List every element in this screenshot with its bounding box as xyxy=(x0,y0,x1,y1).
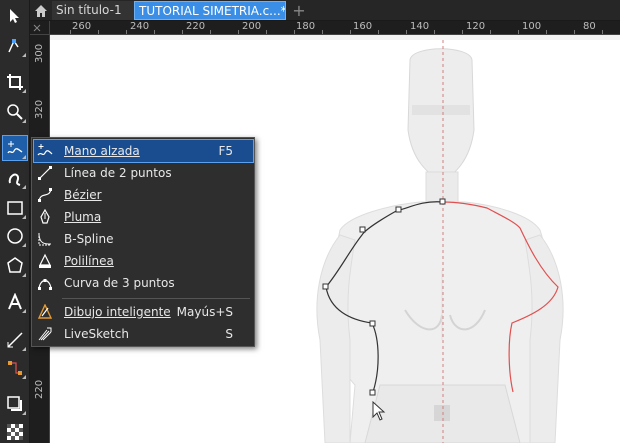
ruler-label: 320 xyxy=(34,99,45,119)
flyout-item-dibujo-inteligente[interactable]: Dibujo inteligente Mayús+S xyxy=(34,301,253,323)
ruler-label: 100 xyxy=(522,21,542,32)
ruler-label: 220 xyxy=(34,379,45,399)
zoom-tool-icon[interactable] xyxy=(3,100,27,124)
flyout-item-label: Bézier xyxy=(64,188,102,202)
shape-tool-icon[interactable] xyxy=(3,34,27,58)
flyout-item-curva-3-puntos[interactable]: Curva de 3 puntos xyxy=(34,272,253,294)
flyout-separator xyxy=(62,298,250,299)
bezier-icon xyxy=(38,188,52,202)
flyout-item-shortcut: F5 xyxy=(218,144,233,158)
flyout-item-polilinea[interactable]: Polilínea xyxy=(34,250,253,272)
flyout-item-livesketch[interactable]: LiveSketch S xyxy=(34,323,253,345)
flyout-item-shortcut: S xyxy=(225,327,233,341)
pick-tool-icon[interactable] xyxy=(3,4,27,28)
flyout-item-label: Pluma xyxy=(64,210,102,224)
curve-tools-flyout: Mano alzada F5 Línea de 2 puntos Bézier … xyxy=(31,137,255,347)
freehand-tool-icon[interactable] xyxy=(2,135,28,161)
tab-tutorial-simetria[interactable]: TUTORIAL SIMETRIA.c...* xyxy=(134,1,286,20)
flyout-item-label: Polilínea xyxy=(64,254,114,268)
ruler-label: 260 xyxy=(72,21,92,32)
flyout-item-pluma[interactable]: Pluma xyxy=(34,206,253,228)
ruler-label: 80 xyxy=(583,21,596,32)
polyline-icon xyxy=(39,253,51,268)
ruler-label: 200 xyxy=(242,21,262,32)
horizontal-ruler[interactable]: 260 240 220 200 180 160 140 120 100 80 xyxy=(50,21,620,35)
rectangle-tool-icon[interactable] xyxy=(3,196,27,220)
two-point-line-icon xyxy=(38,166,52,180)
flyout-item-bezier[interactable]: Bézier xyxy=(34,184,253,206)
add-tab-icon[interactable]: + xyxy=(288,1,310,20)
flyout-item-b-spline[interactable]: B-Spline xyxy=(34,228,253,250)
artistic-media-tool-icon[interactable] xyxy=(3,166,27,190)
crop-tool-icon[interactable] xyxy=(3,70,27,94)
toolbox xyxy=(0,0,30,443)
ruler-corner[interactable] xyxy=(30,21,50,35)
freehand-icon xyxy=(37,144,53,156)
smart-drawing-icon xyxy=(37,304,53,319)
three-point-curve-icon xyxy=(38,279,52,290)
flyout-item-label: LiveSketch xyxy=(64,327,129,341)
ruler-label: 220 xyxy=(186,21,206,32)
ruler-label: 120 xyxy=(466,21,486,32)
flyout-item-label: Curva de 3 puntos xyxy=(64,276,175,290)
ellipse-tool-icon[interactable] xyxy=(3,224,27,248)
flyout-item-label: Línea de 2 puntos xyxy=(64,166,172,180)
dimension-tool-icon[interactable] xyxy=(3,328,27,352)
flyout-item-label: Dibujo inteligente xyxy=(64,305,171,319)
flyout-item-shortcut: Mayús+S xyxy=(176,305,233,319)
ruler-label: 180 xyxy=(296,21,316,32)
polygon-tool-icon[interactable] xyxy=(3,254,27,278)
transparency-tool-icon[interactable] xyxy=(3,420,27,443)
ruler-label: 140 xyxy=(410,21,430,32)
pen-icon xyxy=(40,209,50,224)
bspline-icon xyxy=(38,233,52,246)
home-icon[interactable] xyxy=(30,1,52,20)
drop-shadow-tool-icon[interactable] xyxy=(3,392,27,416)
document-tabbar: Sin título-1 TUTORIAL SIMETRIA.c...* + xyxy=(30,0,620,21)
flyout-item-label: Mano alzada xyxy=(64,144,140,158)
ruler-label: 160 xyxy=(353,21,373,32)
connector-tool-icon[interactable] xyxy=(3,356,27,380)
flyout-item-mano-alzada[interactable]: Mano alzada F5 xyxy=(33,139,254,163)
livesketch-icon xyxy=(38,327,52,341)
corel-window: Sin título-1 TUTORIAL SIMETRIA.c...* + 2… xyxy=(0,0,620,443)
flyout-item-label: B-Spline xyxy=(64,232,114,246)
text-tool-icon[interactable] xyxy=(3,290,27,314)
ruler-label: 240 xyxy=(130,21,150,32)
flyout-item-linea-2-puntos[interactable]: Línea de 2 puntos xyxy=(34,162,253,184)
ruler-label: 300 xyxy=(34,43,45,63)
